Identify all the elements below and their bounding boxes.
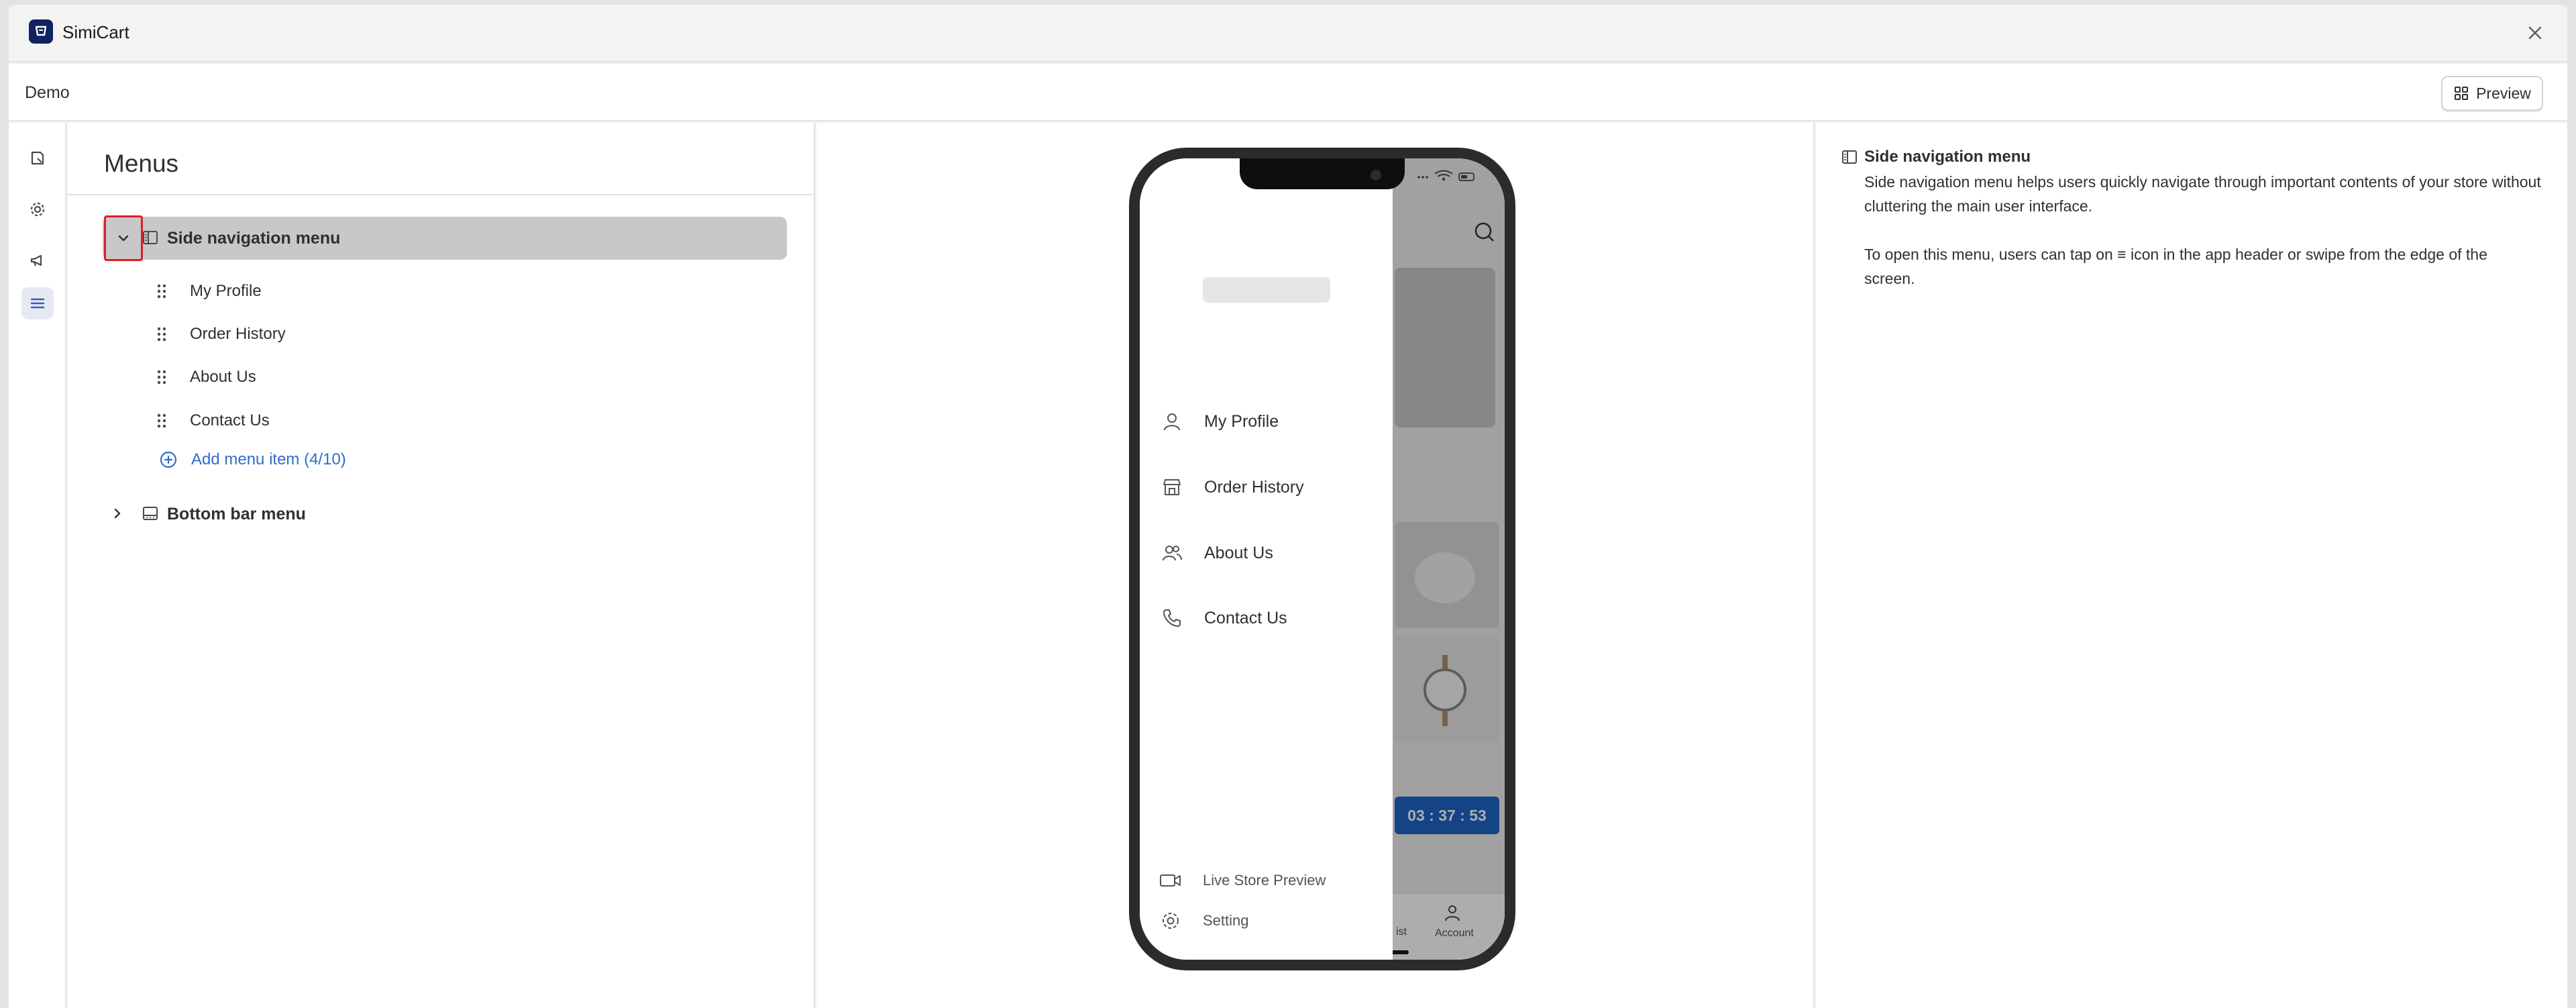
bottom-bar-icon [140,503,160,523]
menu-item-label: About Us [190,368,256,386]
person-icon [1160,409,1184,434]
drawer-item-label: Setting [1203,912,1249,929]
drag-handle-icon[interactable] [154,281,170,301]
menus-panel: Menus Side navigation menu My Profile Or… [68,123,815,1008]
logo-placeholder [1203,277,1330,303]
store-name: Demo [25,83,70,102]
add-menu-item-button[interactable]: Add menu item (4/10) [159,450,346,469]
phone-screen: 03 : 37 : 53 ist Account My Profile Orde… [1140,158,1505,960]
menu-item[interactable]: My Profile [154,274,556,308]
app-window: SimiCart Demo Preview Menus Side navigat… [9,5,2567,1008]
megaphone-icon [30,254,42,266]
simicart-logo-icon [29,19,53,44]
layout-nav-button[interactable] [21,142,54,174]
info-paragraph: Side navigation menu helps users quickly… [1864,173,2541,215]
app-title: SimiCart [62,22,129,42]
drawer-item-label: Live Store Preview [1203,872,1326,889]
drawer-overlay[interactable] [1393,158,1505,960]
drawer-item-my-profile[interactable]: My Profile [1160,407,1375,436]
group-label-side-navigation[interactable]: Side navigation menu [167,228,340,248]
plus-circle-icon [160,451,177,468]
menu-item-label: Order History [190,325,286,343]
drawer-item-contact-us[interactable]: Contact Us [1160,603,1375,633]
menus-nav-button[interactable] [21,287,54,319]
marketing-nav-button[interactable] [21,244,54,276]
menu-lines-icon [30,298,45,309]
preview-label: Preview [2476,84,2531,102]
people-icon [1160,541,1184,565]
menu-item-label: My Profile [190,282,262,300]
close-button[interactable] [2523,21,2547,45]
divider [68,194,815,195]
menu-item[interactable]: About Us [154,360,556,394]
drag-handle-icon[interactable] [154,367,170,387]
left-icon-bar [9,123,66,1008]
gear-icon [1159,909,1183,933]
sidebar-layout-icon [140,228,160,248]
add-menu-item-label: Add menu item (4/10) [191,450,346,468]
status-bar-icons [1417,170,1474,181]
side-drawer: My Profile Order History About Us Contac… [1140,158,1393,960]
drawer-item-setting[interactable]: Setting [1159,907,1373,934]
camera-icon [1371,170,1381,181]
drawer-item-label: About Us [1204,543,1273,562]
phone-icon [1160,606,1184,630]
group-label-bottom-bar[interactable]: Bottom bar menu [167,504,306,524]
page-title: Menus [104,150,179,177]
drag-handle-icon[interactable] [154,411,170,431]
drawer-item-label: My Profile [1204,411,1279,431]
info-paragraph: To open this menu, users can tap on ≡ ic… [1864,246,2487,287]
page-header: Demo Preview [9,64,2567,121]
info-title: Side navigation menu [1864,148,2031,166]
drawer-item-label: Contact Us [1204,608,1287,627]
drawer-item-about-us[interactable]: About Us [1160,538,1375,568]
drawer-item-order-history[interactable]: Order History [1160,472,1375,502]
chevron-right-icon [114,508,121,519]
menu-item[interactable]: Order History [154,317,556,351]
info-panel: Side navigation menu Side navigation men… [1816,123,2567,1008]
collapse-toggle-button[interactable] [104,215,143,261]
drawer-item-label: Order History [1204,477,1304,497]
store-icon [1160,475,1184,499]
gear-icon [30,202,45,217]
expand-toggle-button[interactable] [109,505,125,521]
menu-item[interactable]: Contact Us [154,404,556,438]
preview-button[interactable]: Preview [2441,76,2543,111]
grid-icon [2455,87,2469,100]
menu-item-label: Contact Us [190,411,270,430]
phone-preview-area: 03 : 37 : 53 ist Account My Profile Orde… [816,123,1815,1008]
layout-icon [31,151,44,165]
drag-handle-icon[interactable] [154,324,170,344]
chevron-down-icon [118,235,129,242]
title-bar: SimiCart [9,5,2567,62]
drawer-item-live-store-preview[interactable]: Live Store Preview [1159,867,1373,894]
close-icon [2528,26,2542,40]
settings-nav-button[interactable] [21,193,54,225]
video-icon [1159,868,1183,893]
sidebar-layout-icon [1840,148,1859,166]
